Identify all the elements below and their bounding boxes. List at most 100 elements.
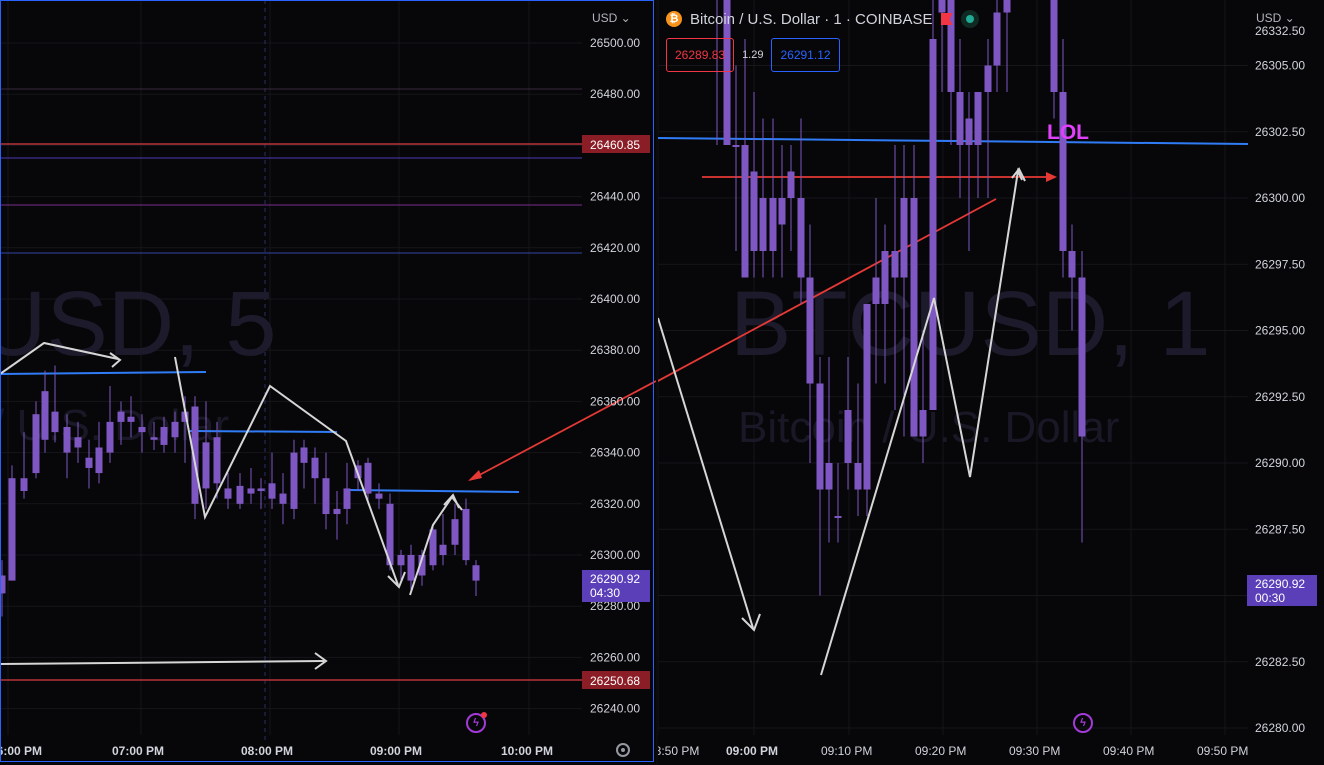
x-axis-label: 09:10 PM xyxy=(821,744,872,758)
lightning-icon[interactable]: ϟ xyxy=(1073,713,1093,733)
x-axis-label: 08:00 PM xyxy=(241,744,293,758)
candle-body xyxy=(881,251,889,304)
candle-body xyxy=(965,118,973,145)
y-axis-label: 26320.00 xyxy=(590,497,640,511)
candle-body xyxy=(854,463,862,490)
y-axis-label: 26300.00 xyxy=(1255,191,1305,205)
candle-body xyxy=(825,463,833,490)
candle-body xyxy=(863,304,871,490)
trend-line xyxy=(348,489,520,493)
candle-body xyxy=(451,519,459,545)
candle-body xyxy=(769,198,777,251)
candle-body xyxy=(106,421,114,453)
candle-body xyxy=(74,437,82,448)
candle-body xyxy=(300,447,308,463)
left-currency-label: USD xyxy=(592,11,618,25)
y-axis-label: 26297.50 xyxy=(1255,257,1305,271)
x-axis-label: 09:00 PM xyxy=(726,744,778,758)
y-axis-label: 26440.00 xyxy=(590,190,640,204)
candle-body xyxy=(750,171,758,251)
candle-body xyxy=(439,544,447,555)
candle-body xyxy=(472,565,480,581)
candle-body xyxy=(900,198,908,278)
left-currency-select[interactable]: USD ⌄ xyxy=(592,11,631,25)
candle-body xyxy=(322,478,330,515)
candle-body xyxy=(816,383,824,490)
x-axis-label: 09:40 PM xyxy=(1103,744,1154,758)
candle-body xyxy=(956,92,964,145)
candle-body xyxy=(844,410,852,463)
left-chart-canvas[interactable]: USD, 5/ U.S. Dollar26500.0026480.0026460… xyxy=(0,0,656,765)
x-axis-label: 10:00 PM xyxy=(501,744,553,758)
candle-body xyxy=(984,65,992,92)
annotation-text: LOL xyxy=(1047,121,1089,144)
candle-body xyxy=(910,198,918,437)
x-axis-label: 09:50 PM xyxy=(1197,744,1248,758)
current-price-label: 26290.92 xyxy=(590,572,640,586)
right-chart-canvas[interactable]: BTCUSD, 1 Bitcoin / U.S. Dollar LOL 26305.0… xyxy=(658,0,1324,765)
candle-body xyxy=(397,555,405,566)
candle-body xyxy=(343,488,351,509)
buy-button[interactable]: 26291.12 xyxy=(771,38,840,72)
bitcoin-icon: ₿ xyxy=(666,11,682,27)
sell-button[interactable]: 26289.83 xyxy=(666,38,735,72)
y-axis-label: 26480.00 xyxy=(590,87,640,101)
chevron-down-icon: ⌄ xyxy=(1281,11,1295,25)
y-axis-label: 26240.00 xyxy=(590,702,640,716)
symbol-title[interactable]: Bitcoin / U.S. Dollar · 1 · COINBASE xyxy=(690,11,933,28)
candle-body xyxy=(1078,277,1086,437)
candle-body xyxy=(364,462,372,494)
y-axis-label: 26280.00 xyxy=(1255,721,1305,735)
candle-body xyxy=(117,411,125,422)
candle-body xyxy=(872,277,880,304)
flag-icon[interactable] xyxy=(940,13,953,25)
quote-panel: 26289.83 1.29 26291.12 xyxy=(666,38,840,72)
candle-body xyxy=(247,488,255,494)
settings-icon[interactable] xyxy=(616,743,630,757)
candle-body xyxy=(0,575,6,594)
right-chart-pane[interactable]: BTCUSD, 1 Bitcoin / U.S. Dollar LOL 26305.0… xyxy=(658,0,1324,765)
arrow-head xyxy=(1011,167,1026,182)
x-axis-label: 09:30 PM xyxy=(1009,744,1060,758)
arrow-head xyxy=(1046,172,1057,182)
notification-dot xyxy=(481,712,487,718)
candle-body xyxy=(41,391,49,440)
x-axis-label: 09:20 PM xyxy=(915,744,966,758)
level-tag: 26460.85 xyxy=(590,138,640,152)
candle-body xyxy=(333,508,341,515)
candle-body xyxy=(919,410,927,437)
y-axis-label: 26295.00 xyxy=(1255,324,1305,338)
y-axis-label: 26340.00 xyxy=(590,446,640,460)
candle-body xyxy=(993,12,1001,66)
left-chart-pane[interactable]: USD, 5/ U.S. Dollar26500.0026480.0026460… xyxy=(0,0,656,765)
x-axis-label: 06:00 PM xyxy=(0,744,42,758)
candle-body xyxy=(929,39,937,410)
candle-body xyxy=(974,92,982,145)
y-axis-label: 26305.00 xyxy=(1255,59,1305,73)
chevron-down-icon: ⌄ xyxy=(617,11,631,25)
candle-body xyxy=(32,414,40,474)
right-currency-select[interactable]: USD ⌄ xyxy=(1256,11,1295,25)
candle-body xyxy=(1068,251,1076,278)
candle-body xyxy=(741,145,749,278)
x-axis-label: 09:00 PM xyxy=(370,744,422,758)
candle-body xyxy=(806,277,814,384)
candle-body xyxy=(150,437,158,440)
candle-body xyxy=(95,447,103,474)
x-axis-label: 08:50 PM xyxy=(658,744,699,758)
candle-body xyxy=(290,452,298,509)
watermark-symbol: USD, 5 xyxy=(0,273,277,375)
y-axis-label: 26332.50 xyxy=(1255,24,1305,38)
candle-body xyxy=(732,145,740,147)
symbol-header[interactable]: ₿ Bitcoin / U.S. Dollar · 1 · COINBASE xyxy=(666,10,979,28)
candle-body xyxy=(891,251,899,278)
candle-body xyxy=(8,478,16,581)
candle-body xyxy=(85,457,93,468)
y-axis-label: 26287.50 xyxy=(1255,522,1305,536)
level-tag: 26250.68 xyxy=(590,674,640,688)
candle-body xyxy=(202,442,210,489)
candle-body xyxy=(257,488,265,491)
arrow-head xyxy=(468,470,482,481)
arrow-drawing xyxy=(0,660,325,665)
countdown-label: 00:30 xyxy=(1255,591,1285,605)
